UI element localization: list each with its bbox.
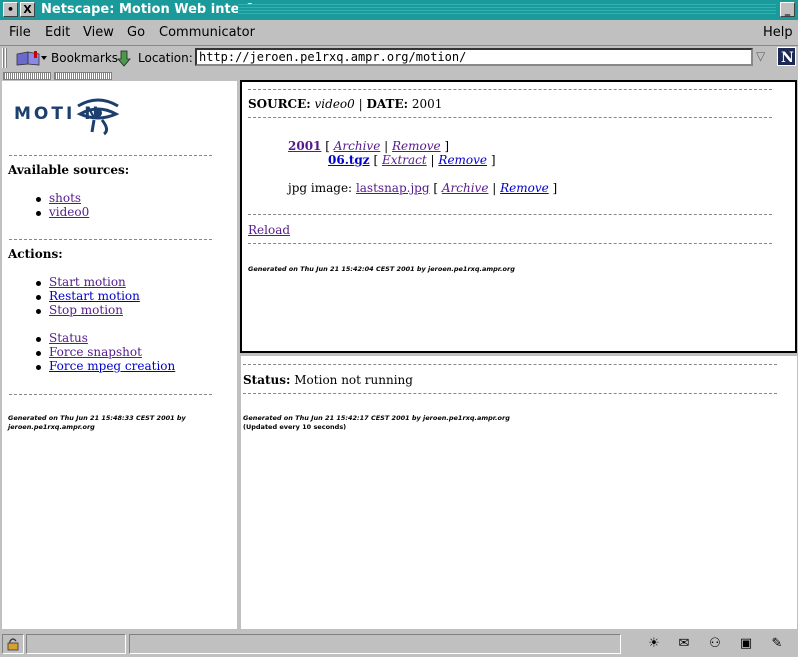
location-dropdown-icon[interactable]: ▽ bbox=[756, 49, 770, 65]
composer-icon[interactable]: ▣ bbox=[737, 636, 755, 652]
separator: | bbox=[358, 97, 363, 111]
security-box[interactable] bbox=[2, 634, 24, 654]
status-label: Status: bbox=[243, 373, 291, 387]
actions-heading: Actions: bbox=[8, 247, 63, 261]
bookmarks-button[interactable]: Bookmarks bbox=[51, 51, 118, 65]
menu-edit[interactable]: Edit bbox=[45, 25, 70, 40]
restart-motion-link[interactable]: Restart motion bbox=[49, 289, 140, 303]
status-value: Motion not running bbox=[294, 373, 413, 387]
source-label: SOURCE: bbox=[248, 97, 311, 111]
left-frame: MOTI N Available sources: shots video0 A… bbox=[2, 81, 237, 629]
reload-link[interactable]: Reload bbox=[248, 223, 290, 237]
divider bbox=[9, 155, 212, 156]
close-icon[interactable]: X bbox=[20, 2, 35, 17]
divider bbox=[243, 364, 777, 365]
bottom-frame: Status: Motion not running Generated on … bbox=[241, 356, 797, 629]
progress-box bbox=[26, 634, 126, 654]
editor-icon[interactable]: ✎ bbox=[768, 636, 786, 652]
file-extract-link[interactable]: Extract bbox=[382, 153, 427, 167]
divider bbox=[9, 394, 212, 395]
collapsed-toolbar-tab-1[interactable] bbox=[3, 72, 51, 80]
title-bar[interactable]: • X Netscape: Motion Web interface _ bbox=[0, 0, 798, 20]
menu-file[interactable]: File bbox=[9, 25, 31, 40]
location-label: Location: bbox=[138, 51, 193, 65]
bookmarks-icon[interactable] bbox=[14, 49, 48, 67]
status-message-box bbox=[129, 634, 621, 654]
year-archive-link[interactable]: Archive bbox=[334, 139, 381, 153]
file-remove-link[interactable]: Remove bbox=[438, 153, 487, 167]
bullet-icon bbox=[36, 281, 41, 286]
mail-icon[interactable]: ✉ bbox=[675, 636, 693, 652]
status-line: Status: Motion not running bbox=[243, 373, 413, 387]
status-bar: ☀ ✉ ⚇ ▣ ✎ bbox=[0, 631, 798, 657]
stop-motion-link[interactable]: Stop motion bbox=[49, 303, 123, 317]
year-row: 2001 [ Archive | Remove ] bbox=[288, 139, 450, 153]
bullet-icon bbox=[36, 337, 41, 342]
lock-icon bbox=[7, 638, 19, 651]
source-date-line: SOURCE: video0 | DATE: 2001 bbox=[248, 97, 442, 111]
status-link[interactable]: Status bbox=[49, 331, 88, 345]
year-link[interactable]: 2001 bbox=[288, 139, 321, 153]
source-link-shots[interactable]: shots bbox=[49, 191, 81, 205]
date-label: DATE: bbox=[366, 97, 409, 111]
motion-logo: MOTI N bbox=[13, 96, 145, 136]
location-icon[interactable] bbox=[116, 49, 132, 67]
left-footer: Generated on Thu Jun 21 15:48:33 CEST 20… bbox=[8, 414, 228, 432]
left-footer-line-2: jeroen.pe1rxq.ampr.org bbox=[8, 423, 95, 431]
menu-help[interactable]: Help bbox=[763, 25, 793, 40]
source-value: video0 bbox=[314, 97, 355, 111]
top-footer: Generated on Thu Jun 21 15:42:04 CEST 20… bbox=[248, 265, 515, 273]
bullet-icon bbox=[36, 197, 41, 202]
left-footer-line-1: Generated on Thu Jun 21 15:48:33 CEST 20… bbox=[8, 414, 186, 422]
divider bbox=[9, 239, 212, 240]
year-remove-link[interactable]: Remove bbox=[392, 139, 441, 153]
file-row: 06.tgz [ Extract | Remove ] bbox=[328, 153, 496, 167]
bottom-footer: Generated on Thu Jun 21 15:42:17 CEST 20… bbox=[243, 414, 643, 432]
jpg-archive-link[interactable]: Archive bbox=[442, 181, 489, 195]
start-motion-link[interactable]: Start motion bbox=[49, 275, 126, 289]
bullet-icon bbox=[36, 365, 41, 370]
window-menu-button[interactable]: • bbox=[3, 2, 18, 17]
location-bar: Bookmarks Location: http://jeroen.pe1rxq… bbox=[0, 46, 798, 70]
jpg-label: jpg image: bbox=[288, 181, 353, 195]
title-bar-hatch bbox=[238, 4, 776, 16]
minimize-icon[interactable]: _ bbox=[780, 2, 795, 17]
source-link-video0[interactable]: video0 bbox=[49, 205, 89, 219]
sources-heading: Available sources: bbox=[8, 163, 130, 177]
divider bbox=[248, 89, 772, 90]
bullet-icon bbox=[36, 351, 41, 356]
bullet-icon bbox=[36, 211, 41, 216]
divider bbox=[248, 214, 772, 215]
date-value: 2001 bbox=[411, 97, 443, 111]
jpg-row: jpg image: lastsnap.jpg [ Archive | Remo… bbox=[288, 181, 558, 195]
bullet-icon bbox=[36, 295, 41, 300]
location-input[interactable]: http://jeroen.pe1rxq.ampr.org/motion/ bbox=[195, 48, 753, 66]
jpg-remove-link[interactable]: Remove bbox=[500, 181, 549, 195]
collapsed-toolbar-tab-2[interactable] bbox=[54, 72, 112, 80]
divider bbox=[248, 117, 772, 118]
top-frame: SOURCE: video0 | DATE: 2001 2001 [ Archi… bbox=[240, 80, 797, 353]
file-link[interactable]: 06.tgz bbox=[328, 153, 370, 167]
menu-go[interactable]: Go bbox=[127, 25, 145, 40]
bottom-footer-line-1: Generated on Thu Jun 21 15:42:17 CEST 20… bbox=[243, 414, 510, 422]
force-snapshot-link[interactable]: Force snapshot bbox=[49, 345, 142, 359]
menu-communicator[interactable]: Communicator bbox=[159, 25, 255, 40]
force-mpeg-link[interactable]: Force mpeg creation bbox=[49, 359, 175, 373]
jpg-link[interactable]: lastsnap.jpg bbox=[356, 181, 430, 195]
divider bbox=[243, 393, 777, 394]
divider bbox=[248, 243, 772, 244]
collapsed-toolbar-tabs bbox=[0, 71, 798, 80]
menu-bar: File Edit View Go Communicator Help bbox=[0, 21, 798, 46]
eye-of-horus-icon bbox=[76, 98, 120, 136]
netscape-logo-icon[interactable]: N bbox=[777, 47, 796, 66]
discussion-icon[interactable]: ⚇ bbox=[706, 636, 724, 652]
bullet-icon bbox=[36, 309, 41, 314]
bottom-footer-line-2: (Updated every 10 seconds) bbox=[243, 423, 347, 431]
menu-view[interactable]: View bbox=[83, 25, 114, 40]
toolbar-grip[interactable] bbox=[2, 48, 8, 68]
svg-text:N: N bbox=[781, 50, 794, 65]
navigator-icon[interactable]: ☀ bbox=[645, 636, 663, 652]
